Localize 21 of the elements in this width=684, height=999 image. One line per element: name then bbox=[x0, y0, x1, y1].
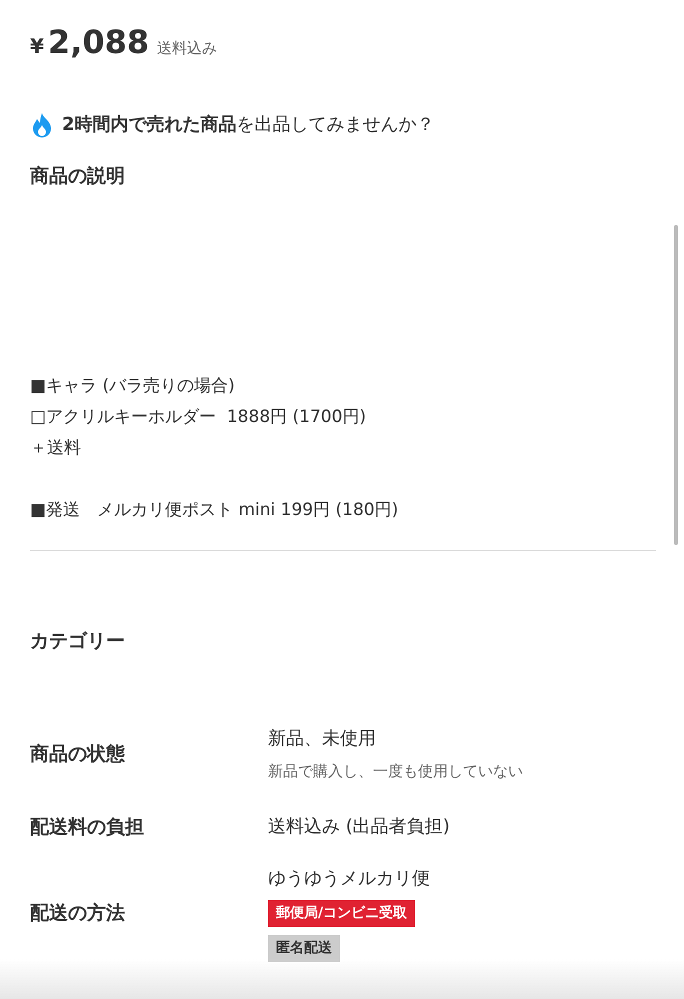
description-line: ■キャラ (バラ売りの場合) bbox=[30, 374, 236, 398]
detail-label: 配送の方法 bbox=[30, 901, 126, 926]
shipping-note: 送料込み bbox=[157, 38, 218, 59]
detail-value: 送料込み (出品者負担) bbox=[268, 815, 450, 840]
section-heading: カテゴリー bbox=[30, 628, 126, 654]
description-line: ■発送 メルカリ便ポスト mini 199円 (180円) bbox=[30, 498, 400, 522]
detail-value: ゆうゆうメルカリ便 bbox=[268, 867, 430, 891]
price-amount: 2,088 bbox=[48, 26, 150, 58]
promo-text: 2時間内で売れた商品を出品してみませんか？ bbox=[62, 113, 435, 137]
description-line: ＋送料 bbox=[30, 436, 82, 460]
description-line: □アクリルキーホルダー 1888円 (1700円) bbox=[30, 406, 368, 428]
detail-label: 配送料の負担 bbox=[30, 814, 145, 840]
detail-value: 新品、未使用 bbox=[268, 727, 377, 751]
flame-icon bbox=[30, 112, 54, 138]
section-heading: 商品の説明 bbox=[30, 164, 126, 189]
detail-note: 新品で購入し、一度も使用していない bbox=[268, 761, 523, 782]
detail-label: 商品の状態 bbox=[30, 742, 126, 766]
currency-symbol: ¥ bbox=[30, 33, 44, 60]
tag: 郵便局/コンビニ受取 bbox=[268, 900, 416, 927]
scrollbar[interactable] bbox=[674, 225, 678, 545]
tag: 匿名配送 bbox=[268, 935, 340, 962]
